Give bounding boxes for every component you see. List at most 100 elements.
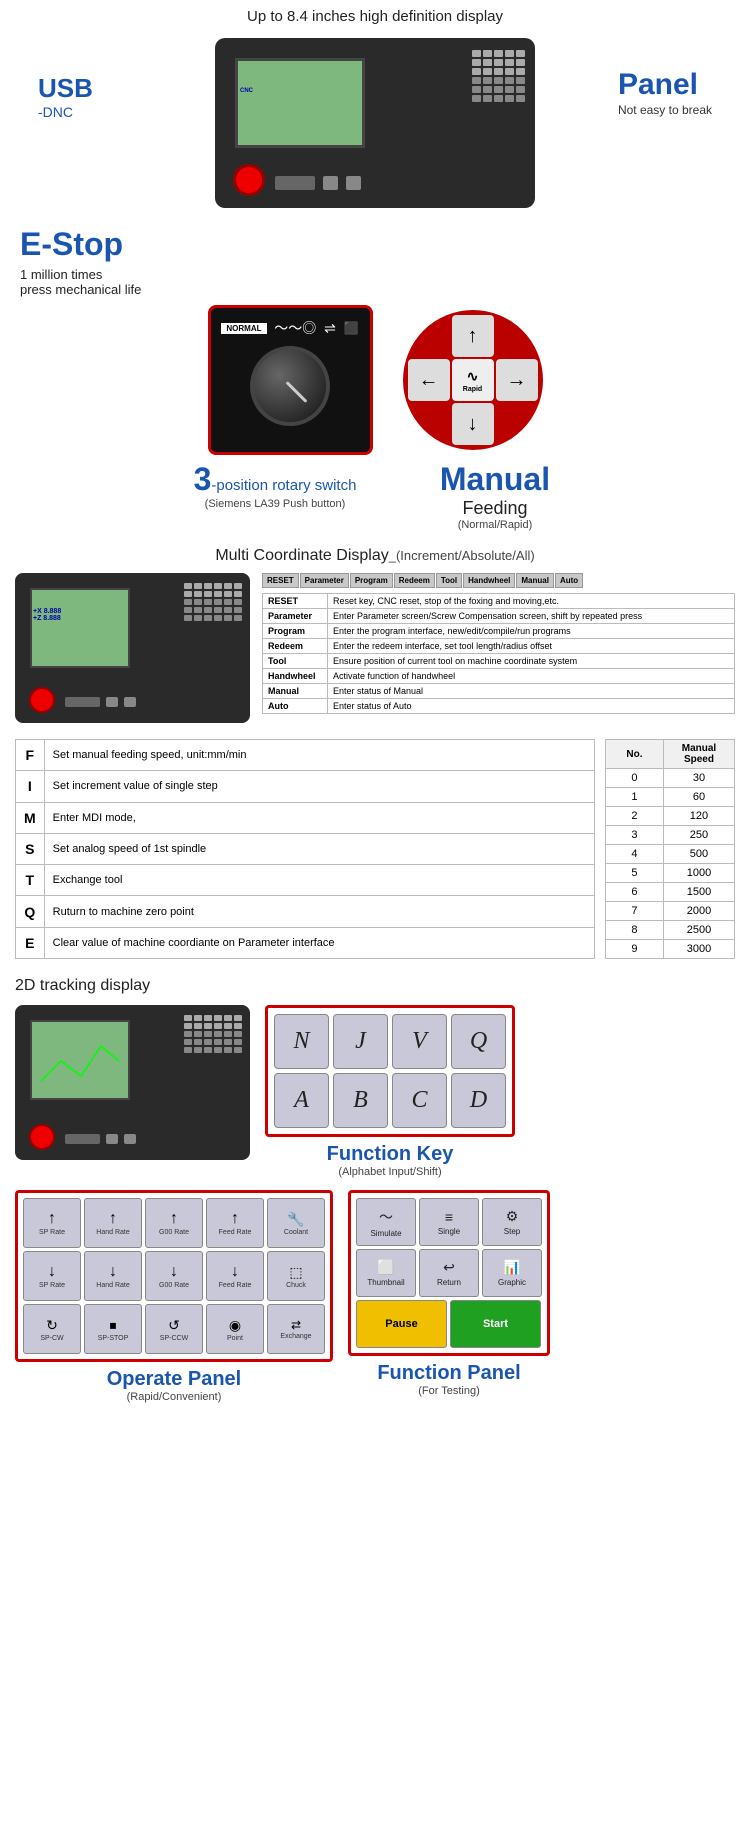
speed-table-row: 5 1000	[606, 864, 735, 883]
sec3-title-area: Multi Coordinate Display_(Increment/Abso…	[15, 547, 735, 565]
rapid-keypad: ↑ ← ∿ Rapid → ↓	[403, 310, 543, 450]
speed-value: 250	[663, 826, 734, 845]
function-key-sub: (Alphabet Input/Shift)	[327, 1166, 454, 1178]
func-key-n[interactable]: N	[274, 1014, 329, 1069]
down-arrow-key[interactable]: ↓	[452, 403, 494, 445]
menu-btn-manual[interactable]: Manual	[516, 573, 554, 588]
g00-rate-down-btn[interactable]: ↓ G00 Rate	[145, 1251, 203, 1301]
speed-no: 2	[606, 807, 664, 826]
start-btn[interactable]: Start	[450, 1300, 541, 1348]
single-btn[interactable]: ≡ Single	[419, 1198, 479, 1246]
point-btn[interactable]: ◉ Point	[206, 1304, 264, 1354]
usb-label: USB	[38, 73, 93, 104]
menu-btn-program[interactable]: Program	[350, 573, 393, 588]
menu-btn-auto[interactable]: Auto	[555, 573, 583, 588]
speed-table-row: 4 500	[606, 845, 735, 864]
sp-rate-down-btn[interactable]: ↓ SP Rate	[23, 1251, 81, 1301]
desc-cell: Enter status of Manual	[328, 684, 735, 699]
machine-image-2: +X 8.888 +Z 8.888	[15, 573, 250, 723]
pause-btn[interactable]: Pause	[356, 1300, 447, 1348]
speed-value: 30	[663, 769, 734, 788]
speed-value: 120	[663, 807, 734, 826]
sec3-title-sub: _(Increment/Absolute/All)	[389, 548, 535, 563]
function-key-table: F Set manual feeding speed, unit:mm/min …	[15, 739, 595, 959]
speed-no: 1	[606, 788, 664, 807]
manual-sub: (Normal/Rapid)	[415, 519, 575, 531]
up-arrow-key[interactable]: ↑	[452, 315, 494, 357]
key-cell: Redeem	[263, 639, 328, 654]
table-row: Redeem Enter the redeem interface, set t…	[263, 639, 735, 654]
g00-rate-up-btn[interactable]: ↑ G00 Rate	[145, 1198, 203, 1248]
feed-rate-down-btn[interactable]: ↓ Feed Rate	[206, 1251, 264, 1301]
estop-info: E-Stop 1 million times press mechanical …	[20, 226, 200, 297]
speed-no: 9	[606, 940, 664, 959]
sp-ccw-btn[interactable]: ↺ SP-CCW	[145, 1304, 203, 1354]
key-cell: RESET	[263, 594, 328, 609]
right-arrow-key[interactable]: →	[496, 359, 538, 401]
speed-table-row: 1 60	[606, 788, 735, 807]
speed-table: No. ManualSpeed 0 30 1 60 2 120 3 250 4 …	[605, 739, 735, 959]
usb-sub: -DNC	[38, 104, 93, 120]
menu-button-row: RESET Parameter Program Redeem Tool Hand…	[262, 573, 735, 588]
speed-table-row: 0 30	[606, 769, 735, 788]
speed-table-row: 8 2500	[606, 921, 735, 940]
speed-no: 5	[606, 864, 664, 883]
menu-btn-parameter[interactable]: Parameter	[300, 573, 349, 588]
manual-feeding-label: Manual Feeding (Normal/Rapid)	[415, 461, 575, 531]
desc-cell: Enter Parameter screen/Screw Compensatio…	[328, 609, 735, 624]
func-key-a[interactable]: A	[274, 1073, 329, 1128]
speed-no: 8	[606, 921, 664, 940]
table-row: E Clear value of machine coordiante on P…	[16, 927, 595, 958]
feed-rate-up-btn[interactable]: ↑ Feed Rate	[206, 1198, 264, 1248]
speed-no: 7	[606, 902, 664, 921]
simulate-btn[interactable]: 〜 Simulate	[356, 1198, 416, 1246]
operate-panel: ↑ SP Rate ↑ Hand Rate ↑ G00 Rate ↑ Feed …	[15, 1190, 333, 1362]
func-key-f: F	[16, 740, 45, 771]
func-key-v[interactable]: V	[392, 1014, 447, 1069]
func-key-j[interactable]: J	[333, 1014, 388, 1069]
return-btn[interactable]: ↩ Return	[419, 1249, 479, 1297]
estop-desc: 1 million times press mechanical life	[20, 267, 200, 297]
exchange-btn[interactable]: ⇄ Exchange	[267, 1304, 325, 1354]
func-key-d[interactable]: D	[451, 1073, 506, 1128]
menu-btn-tool[interactable]: Tool	[436, 573, 462, 588]
func-desc-e: Clear value of machine coordiante on Par…	[44, 927, 594, 958]
step-btn[interactable]: ⚙ Step	[482, 1198, 542, 1246]
speed-header: No. ManualSpeed	[606, 740, 735, 769]
section4: F Set manual feeding speed, unit:mm/min …	[0, 729, 750, 969]
panel-annotation: Panel Not easy to break	[618, 68, 712, 117]
menu-description-table: RESET Reset key, CNC reset, stop of the …	[262, 593, 735, 714]
graphic-btn[interactable]: 📊 Graphic	[482, 1249, 542, 1297]
table-row: F Set manual feeding speed, unit:mm/min	[16, 740, 595, 771]
speed-value: 500	[663, 845, 734, 864]
func-key-q[interactable]: Q	[451, 1014, 506, 1069]
table-row: Auto Enter status of Auto	[263, 699, 735, 714]
table-row: RESET Reset key, CNC reset, stop of the …	[263, 594, 735, 609]
speed-no: 6	[606, 883, 664, 902]
speed-table-row: 7 2000	[606, 902, 735, 921]
function-key-area: N J V Q A B C D Function Key (Alphabet I…	[265, 1005, 515, 1178]
rapid-center-key[interactable]: ∿ Rapid	[452, 359, 494, 401]
coolant-btn[interactable]: 🔧 Coolant	[267, 1198, 325, 1248]
menu-btn-handwheel[interactable]: Handwheel	[463, 573, 515, 588]
hand-rate-down-btn[interactable]: ↓ Hand Rate	[84, 1251, 142, 1301]
table-row: I Set increment value of single step	[16, 771, 595, 802]
func-key-c[interactable]: C	[392, 1073, 447, 1128]
speed-table-row: 6 1500	[606, 883, 735, 902]
left-arrow-key[interactable]: ←	[408, 359, 450, 401]
speed-value: 1500	[663, 883, 734, 902]
key-cell: Handwheel	[263, 669, 328, 684]
hand-rate-up-btn[interactable]: ↑ Hand Rate	[84, 1198, 142, 1248]
chuck-btn[interactable]: ⬚ Chuck	[267, 1251, 325, 1301]
rotary-sub: (Siemens LA39 Push button)	[175, 498, 375, 510]
menu-btn-reset[interactable]: RESET	[262, 573, 299, 588]
thumbnail-btn[interactable]: ⬜ Thumbnail	[356, 1249, 416, 1297]
sp-stop-btn[interactable]: ⏹ SP-STOP	[84, 1304, 142, 1354]
speed-table-row: 9 3000	[606, 940, 735, 959]
sp-rate-up-btn[interactable]: ↑ SP Rate	[23, 1198, 81, 1248]
sp-cw-btn[interactable]: ↻ SP-CW	[23, 1304, 81, 1354]
func-key-b[interactable]: B	[333, 1073, 388, 1128]
func-desc-f: Set manual feeding speed, unit:mm/min	[44, 740, 594, 771]
menu-btn-redeem[interactable]: Redeem	[394, 573, 435, 588]
speed-col-no: No.	[606, 740, 664, 769]
